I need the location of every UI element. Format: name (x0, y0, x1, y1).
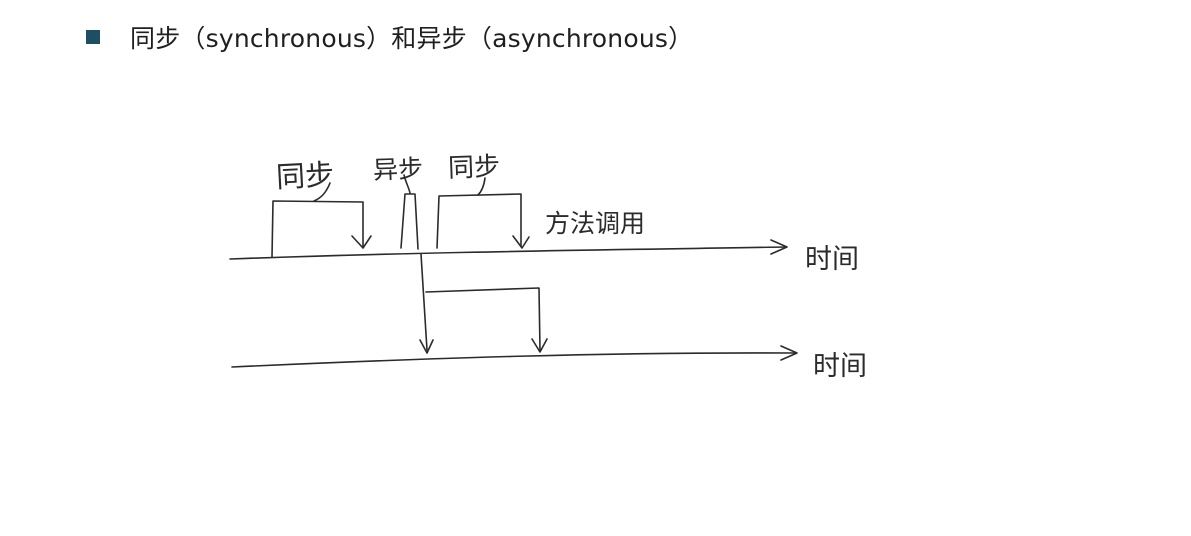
top-timeline-axis (229, 246, 786, 260)
async-work-bracket (425, 287, 541, 351)
sync-label-left: 同步 (275, 157, 335, 194)
sync-call-arrowhead-left (351, 235, 372, 249)
sync-async-diagram: 同步 异步 同步 方法调用 时间 时间 (229, 152, 867, 382)
sync-call-bracket-left (271, 200, 364, 258)
time-label-bottom: 时间 (813, 351, 867, 382)
async-call-spike (400, 193, 419, 250)
async-drop-line (420, 253, 428, 351)
sync-label-right: 同步 (448, 152, 501, 184)
slide: 同步（synchronous）和异步（asynchronous） 同步 异步 同… (0, 0, 1191, 536)
bottom-timeline-axis (231, 352, 796, 368)
sync-call-bracket-right (436, 193, 522, 249)
async-label: 异步 (373, 154, 424, 185)
ink-strokes (229, 174, 798, 368)
time-label-top: 时间 (805, 244, 859, 275)
method-call-label: 方法调用 (545, 209, 645, 238)
